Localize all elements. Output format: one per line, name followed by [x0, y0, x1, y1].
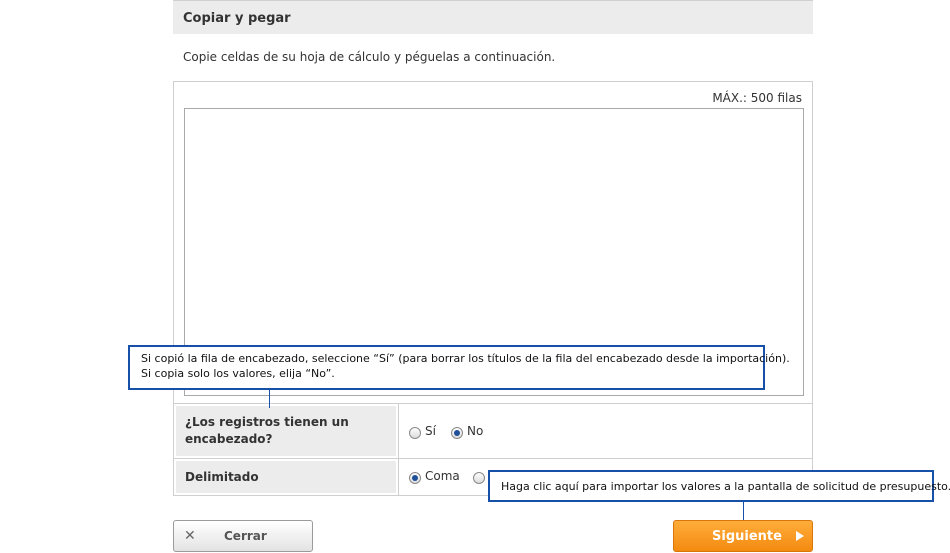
close-button-label: Cerrar	[224, 529, 267, 543]
header-yes-radio[interactable]	[409, 427, 421, 439]
close-button[interactable]: ✕ Cerrar	[173, 520, 313, 552]
delimiter-comma-label[interactable]: Coma	[425, 469, 460, 483]
column-divider	[398, 459, 399, 495]
delimiter-comma-radio[interactable]	[409, 472, 421, 484]
delimiter-label: Delimitado	[176, 461, 396, 493]
header-yes-label[interactable]: Sí	[425, 424, 436, 438]
header-question-label: ¿Los registros tienen un encabezado?	[176, 406, 396, 456]
close-icon: ✕	[184, 528, 196, 544]
header-option-row: ¿Los registros tienen un encabezado? Sí …	[174, 404, 812, 459]
header-hint-line2: Si copia solo los valores, elija “No”.	[141, 367, 335, 380]
header-hint-line1: Si copió la fila de encabezado, seleccio…	[141, 352, 790, 365]
max-rows-label: MÁX.: 500 filas	[712, 91, 802, 105]
next-hint-callout: Haga clic aquí para importar los valores…	[488, 470, 950, 502]
callout-connector	[269, 390, 270, 408]
header-hint-callout: Si copió la fila de encabezado, seleccio…	[128, 345, 790, 390]
header-no-label[interactable]: No	[467, 424, 483, 438]
callout-connector	[743, 502, 744, 520]
header-no-radio[interactable]	[451, 427, 463, 439]
section-title: Copiar y pegar	[173, 0, 813, 34]
next-button[interactable]: Siguiente	[673, 520, 813, 552]
delimiter-other-radio[interactable]	[473, 472, 485, 484]
column-divider	[398, 404, 399, 458]
arrow-right-icon	[796, 531, 804, 541]
instruction-text: Copie celdas de su hoja de cálculo y pég…	[183, 50, 556, 64]
next-button-label: Siguiente	[712, 529, 782, 544]
